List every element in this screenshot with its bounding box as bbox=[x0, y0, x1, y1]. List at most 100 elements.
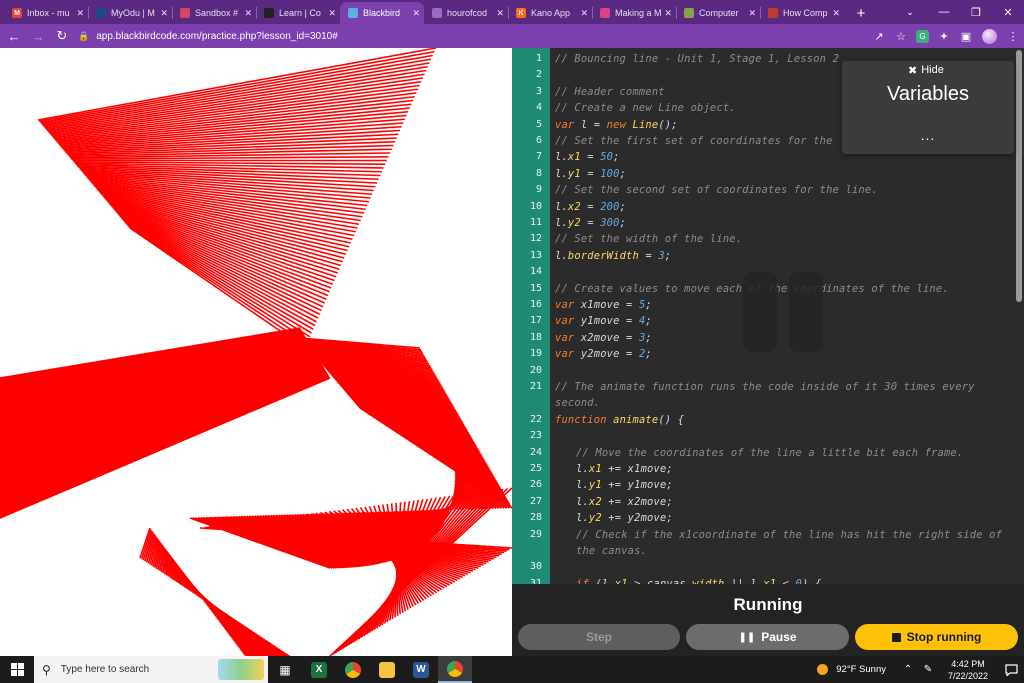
extensions-puzzle-icon[interactable]: ✦ bbox=[933, 24, 955, 48]
tab-howcomp[interactable]: How Comp ✕ bbox=[760, 2, 844, 24]
pen-icon[interactable]: ✎ bbox=[918, 664, 938, 675]
variables-more[interactable]: ... bbox=[842, 127, 1014, 143]
side-panel-icon[interactable]: ▣ bbox=[955, 24, 977, 48]
howcomp-icon bbox=[768, 8, 778, 18]
taskbar-search[interactable]: ⚲ Type here to search bbox=[34, 656, 268, 683]
tab-close-icon[interactable]: ✕ bbox=[664, 8, 672, 19]
code-text: // Set the second set of coordinates for… bbox=[555, 184, 878, 197]
line-number: 29 bbox=[529, 528, 542, 540]
line-number: 30 bbox=[529, 561, 542, 573]
line-number: 12 bbox=[529, 233, 542, 245]
chrome-icon[interactable] bbox=[336, 656, 370, 683]
line-number: 8 bbox=[535, 167, 542, 179]
weather-widget[interactable]: 92°F Sunny bbox=[817, 664, 886, 675]
system-tray: 92°F Sunny ⌃ ✎ 4:42 PM 7/22/2022 bbox=[817, 656, 1024, 683]
file-explorer-icon[interactable] bbox=[370, 656, 404, 683]
code-text: function animate() { bbox=[555, 413, 685, 426]
window-controls: — ❐ ✕ bbox=[928, 0, 1024, 24]
reload-icon[interactable]: ↻ bbox=[52, 26, 72, 46]
pause-button[interactable]: ❚❚ Pause bbox=[686, 624, 849, 650]
profile-avatar[interactable] bbox=[982, 28, 997, 44]
odu-icon bbox=[96, 8, 106, 18]
code-text: // Set the width of the line. bbox=[555, 233, 743, 246]
line-number: 20 bbox=[529, 364, 542, 376]
menu-kebab-icon[interactable]: ⋮ bbox=[1002, 24, 1024, 48]
tab-search-icon[interactable]: ⌄ bbox=[898, 0, 922, 24]
tab-label: How Comp bbox=[783, 8, 828, 18]
tab-close-icon[interactable]: ✕ bbox=[748, 8, 756, 19]
editor-scrollbar[interactable] bbox=[1016, 50, 1022, 302]
tab-learn[interactable]: Learn | Co ✕ bbox=[256, 2, 340, 24]
close-window-icon[interactable]: ✕ bbox=[992, 0, 1024, 24]
tab-kano[interactable]: K Kano App ✕ bbox=[508, 2, 592, 24]
close-icon: ✖ bbox=[908, 64, 918, 77]
line-number: 17 bbox=[529, 315, 542, 327]
code-text: l.x2 = 200; bbox=[555, 200, 627, 213]
tab-close-icon[interactable]: ✕ bbox=[496, 8, 504, 19]
restore-icon[interactable]: ❐ bbox=[960, 0, 992, 24]
tab-close-icon[interactable]: ✕ bbox=[328, 8, 336, 19]
hide-variables-button[interactable]: ✖ Hide bbox=[908, 63, 944, 77]
line-number: 18 bbox=[529, 331, 542, 343]
word-icon[interactable]: W bbox=[404, 656, 438, 683]
step-button[interactable]: Step bbox=[518, 624, 680, 650]
tab-odu[interactable]: MyOdu | M ✕ bbox=[88, 2, 172, 24]
tab-close-icon[interactable]: ✕ bbox=[244, 8, 252, 19]
tab-sandbox[interactable]: Sandbox # ✕ bbox=[172, 2, 256, 24]
line-number: 9 bbox=[535, 184, 542, 196]
chrome-profile-icon[interactable] bbox=[438, 656, 472, 683]
excel-icon[interactable]: X bbox=[302, 656, 336, 683]
share-icon[interactable]: ↗ bbox=[868, 24, 890, 48]
tab-computer[interactable]: Computer ✕ bbox=[676, 2, 760, 24]
line-trail bbox=[120, 216, 319, 319]
pause-overlay-icon[interactable] bbox=[743, 272, 823, 352]
tab-strip: M Inbox - mu ✕ MyOdu | M ✕ Sandbox # ✕ Learn | … bbox=[0, 0, 1024, 24]
chevron-up-icon[interactable]: ⌃ bbox=[898, 664, 918, 675]
tab-close-icon[interactable]: ✕ bbox=[832, 8, 840, 19]
minimize-icon[interactable]: — bbox=[928, 0, 960, 24]
new-tab-button[interactable]: + bbox=[848, 2, 874, 24]
code-text: // The animate function runs the code in… bbox=[555, 381, 982, 410]
gmail-icon: M bbox=[12, 8, 22, 18]
line-number: 31 bbox=[529, 577, 542, 584]
address-bar[interactable]: 🔒 app.blackbirdcode.com/practice.php?les… bbox=[74, 27, 914, 45]
learn-icon bbox=[264, 8, 274, 18]
sun-icon bbox=[817, 664, 829, 675]
tab-close-icon[interactable]: ✕ bbox=[160, 8, 168, 19]
tab-label: MyOdu | M bbox=[111, 8, 155, 18]
tab-close-icon[interactable]: ✕ bbox=[580, 8, 588, 19]
line-trail bbox=[110, 204, 334, 286]
tab-hourofcode[interactable]: hourofcod ✕ bbox=[424, 2, 508, 24]
clock-date: 7/22/2022 bbox=[947, 670, 989, 681]
tab-label: Inbox - mu bbox=[27, 8, 70, 18]
notification-icon[interactable] bbox=[998, 663, 1024, 676]
extension-icon[interactable]: G bbox=[916, 29, 929, 43]
line-number: 11 bbox=[529, 217, 542, 228]
lock-icon: 🔒 bbox=[78, 30, 90, 41]
task-view-icon[interactable]: ▦ bbox=[268, 656, 302, 683]
line-number: 13 bbox=[529, 249, 542, 261]
stop-label: Stop running bbox=[906, 630, 982, 644]
tab-close-icon[interactable]: ✕ bbox=[412, 8, 420, 19]
back-icon[interactable]: ← bbox=[4, 26, 24, 46]
search-placeholder: Type here to search bbox=[60, 664, 150, 675]
url-text: app.blackbirdcode.com/practice.php?lesso… bbox=[96, 30, 338, 42]
line-trail bbox=[42, 62, 430, 127]
tab-close-icon[interactable]: ✕ bbox=[76, 8, 84, 19]
stop-running-button[interactable]: Stop running bbox=[855, 624, 1018, 650]
forward-icon[interactable]: → bbox=[28, 26, 48, 46]
tab-label: Blackbird bbox=[363, 8, 401, 18]
tab-blackbird[interactable]: Blackbird ✕ bbox=[340, 2, 424, 24]
line-number: 23 bbox=[529, 430, 542, 442]
canvas-output bbox=[0, 48, 512, 656]
line-number: 1 bbox=[535, 53, 542, 64]
tab-label: Computer bbox=[699, 8, 739, 18]
tab-making[interactable]: Making a M ✕ bbox=[592, 2, 676, 24]
clock[interactable]: 4:42 PM 7/22/2022 bbox=[938, 658, 998, 682]
tab-gmail[interactable]: M Inbox - mu ✕ bbox=[4, 2, 88, 24]
bookmark-star-icon[interactable]: ☆ bbox=[890, 24, 912, 48]
sandbox-icon bbox=[180, 8, 190, 18]
line-number: 5 bbox=[535, 118, 542, 130]
windows-start-icon[interactable] bbox=[0, 656, 34, 683]
bouncing-line-drawing bbox=[0, 48, 512, 656]
